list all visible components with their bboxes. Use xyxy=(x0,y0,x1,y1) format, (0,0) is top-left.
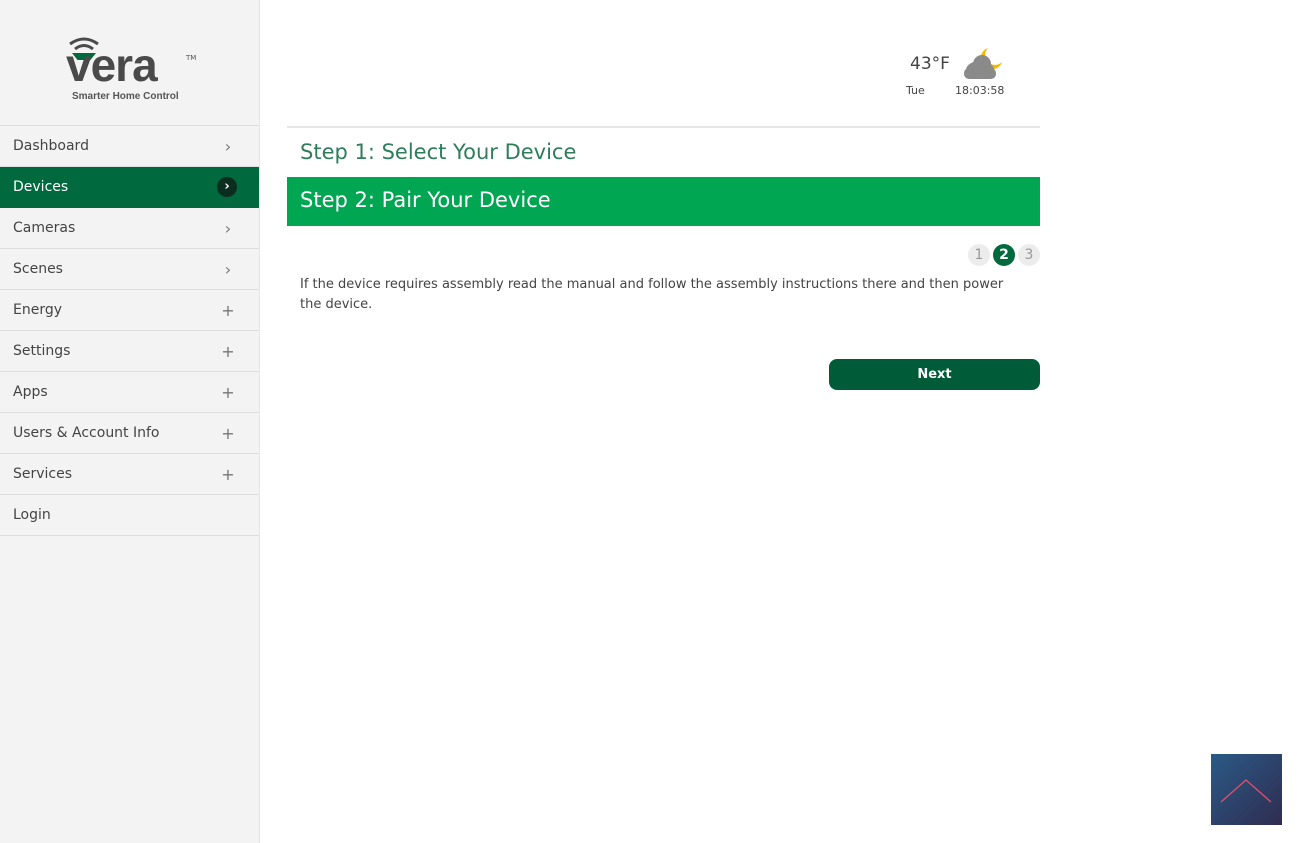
page-dot-1: 1 xyxy=(968,244,990,266)
sidebar-nav: Dashboard › Devices › Cameras › Scenes › Energy +… xyxy=(0,125,259,536)
sidebar-item-dashboard[interactable]: Dashboard › xyxy=(0,126,259,167)
sidebar-item-login[interactable]: Login xyxy=(0,495,259,536)
sidebar-item-label: Apps xyxy=(13,384,48,400)
chevron-right-icon: › xyxy=(224,218,232,238)
sidebar-item-label: Energy xyxy=(13,302,63,318)
plus-icon: + xyxy=(221,464,235,484)
sidebar-item-label: Settings xyxy=(13,343,71,359)
clock-time: 18:03:58 xyxy=(955,84,1005,97)
next-button[interactable]: Next xyxy=(829,359,1040,390)
chevron-up-icon xyxy=(1220,779,1272,803)
chevron-right-icon: › xyxy=(217,177,237,197)
logo-tagline: Smarter Home Control xyxy=(72,91,179,102)
plus-icon: + xyxy=(221,300,235,320)
logo-wordmark: vera xyxy=(66,39,158,91)
vera-logo: vera TM Smarter Home Control xyxy=(0,0,259,125)
step-1-header[interactable]: Step 1: Select Your Device xyxy=(287,126,1040,177)
sidebar-item-label: Devices xyxy=(13,179,69,195)
page-indicator: 123 xyxy=(287,244,1040,266)
sidebar-item-devices[interactable]: Devices › xyxy=(0,167,259,208)
page-dot-2: 2 xyxy=(993,244,1015,266)
step-2-header: Step 2: Pair Your Device xyxy=(287,177,1040,226)
page-dot-3: 3 xyxy=(1018,244,1040,266)
plus-icon: + xyxy=(221,382,235,402)
sidebar: vera TM Smarter Home Control Dashboard › D… xyxy=(0,0,260,843)
instructions-text: If the device requires assembly read the… xyxy=(300,277,1004,312)
chevron-right-icon: › xyxy=(224,136,232,156)
sidebar-item-users-account-info[interactable]: Users & Account Info + xyxy=(0,413,259,454)
sidebar-item-energy[interactable]: Energy + xyxy=(0,290,259,331)
sidebar-item-label: Login xyxy=(13,507,51,523)
sidebar-item-label: Scenes xyxy=(13,261,63,277)
sidebar-item-label: Cameras xyxy=(13,220,76,236)
sidebar-item-services[interactable]: Services + xyxy=(0,454,259,495)
sidebar-item-apps[interactable]: Apps + xyxy=(0,372,259,413)
sidebar-item-label: Services xyxy=(13,466,73,482)
sidebar-item-cameras[interactable]: Cameras › xyxy=(0,208,259,249)
trademark: TM xyxy=(186,54,197,62)
temperature: 43°F xyxy=(910,54,950,74)
weather-day: Tue xyxy=(906,84,925,97)
cloud-moon-icon xyxy=(964,48,1002,79)
plus-icon: + xyxy=(221,423,235,443)
sidebar-item-label: Dashboard xyxy=(13,138,89,154)
scroll-to-top-button[interactable] xyxy=(1211,754,1282,825)
sidebar-item-settings[interactable]: Settings + xyxy=(0,331,259,372)
sidebar-item-label: Users & Account Info xyxy=(13,425,160,441)
plus-icon: + xyxy=(221,341,235,361)
sidebar-item-scenes[interactable]: Scenes › xyxy=(0,249,259,290)
chevron-right-icon: › xyxy=(224,259,232,279)
add-device-wizard: Step 1: Select Your Device Step 2: Pair … xyxy=(287,126,1040,390)
